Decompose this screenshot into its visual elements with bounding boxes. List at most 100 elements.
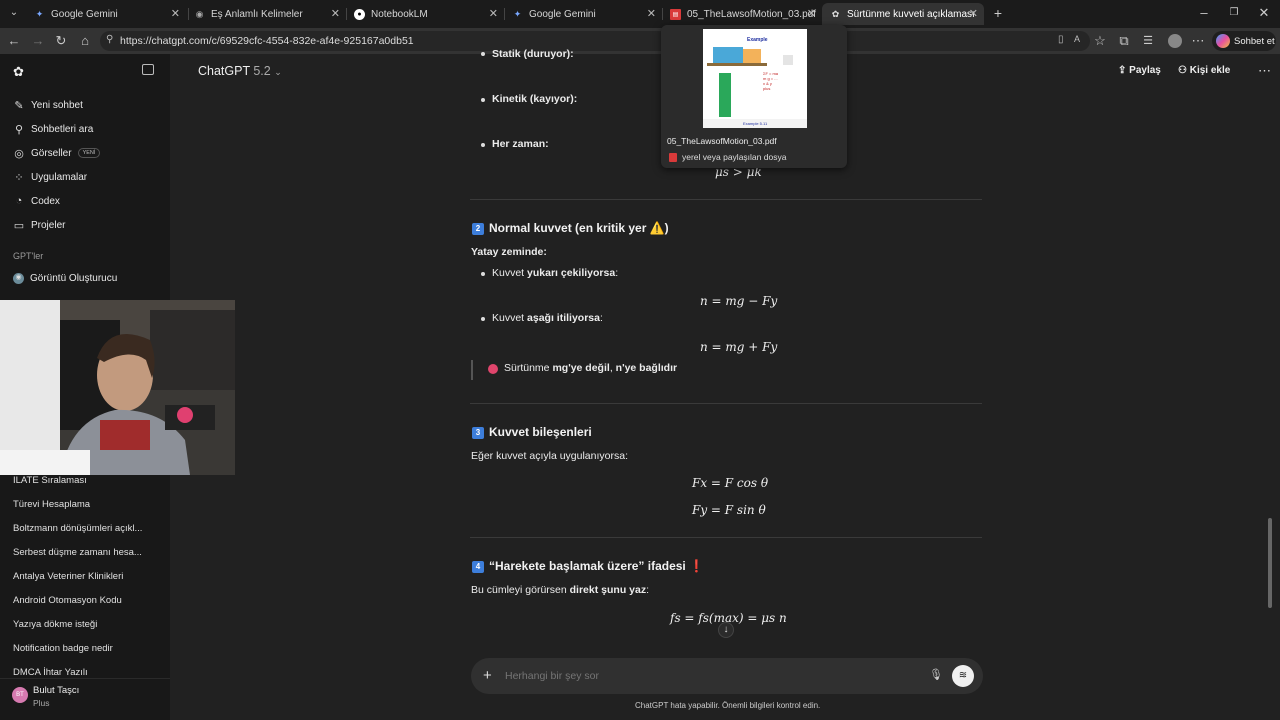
number-badge: 4: [472, 560, 484, 573]
maximize-icon[interactable]: ❐: [1226, 5, 1242, 21]
tab-pdf[interactable]: ▤ 05_TheLawsofMotion_03.pdf ✕: [662, 3, 822, 25]
close-icon[interactable]: ✕: [489, 7, 498, 20]
gemini-icon: ✦: [513, 8, 522, 19]
close-icon[interactable]: ✕: [331, 7, 340, 20]
sidebar-item-search[interactable]: ⚲ Sohbetleri ara: [13, 122, 93, 136]
share-button[interactable]: ⇪ Paylaş: [1118, 65, 1161, 76]
plus-icon[interactable]: +: [483, 667, 492, 684]
close-icon[interactable]: ✕: [647, 7, 656, 20]
user-account[interactable]: BT Bulut Taşcı Plus: [0, 678, 170, 720]
flat-ground-label: Yatay zeminde:: [471, 246, 547, 258]
red-dot-icon: [488, 364, 498, 374]
home-icon[interactable]: ⌂: [77, 33, 93, 49]
user-name: Bulut Taşcı: [33, 685, 80, 696]
history-item[interactable]: Serbest düşme zamanı hesa...: [13, 547, 142, 558]
formula-n-down: n = mg + Fy: [700, 340, 778, 354]
gpt-avatar-icon: ◉: [13, 272, 24, 284]
tab-notebooklm[interactable]: ● NotebookLM ✕: [346, 3, 504, 25]
address-bar[interactable]: ⚲ https://chatgpt.com/c/69529cfc-4554-83…: [100, 31, 1090, 51]
read-aloud-icon[interactable]: A: [1074, 34, 1080, 44]
close-icon[interactable]: ✕: [969, 7, 978, 20]
kinetic-label: Kinetik (kayıyor):: [492, 93, 578, 105]
tab-title: Google Gemini: [529, 8, 596, 20]
close-icon[interactable]: ✕: [807, 7, 816, 20]
sidebar-toggle-icon[interactable]: [142, 64, 154, 75]
history-item[interactable]: DMCA İhtar Yazılı: [13, 667, 88, 675]
sidebar-item-projects[interactable]: ▭ Projeler: [13, 218, 66, 232]
add-person-label: Kişi ekle: [1189, 65, 1231, 76]
site-info-icon[interactable]: ⚲: [106, 34, 113, 45]
chatgpt-icon: ✿: [831, 8, 840, 19]
gemini-icon: ✦: [35, 8, 44, 19]
sidebar-item-apps[interactable]: ⁘ Uygulamalar: [13, 170, 87, 184]
site-icon: ◉: [195, 8, 204, 19]
sidebar-item-label: Yeni sohbet: [31, 99, 83, 111]
disclaimer: ChatGPT hata yapabilir. Önemli bilgileri…: [635, 701, 821, 710]
image-icon: ◎: [14, 147, 24, 160]
minimize-icon[interactable]: –: [1196, 5, 1212, 21]
thumb-caption: Example 5.11: [743, 121, 768, 126]
chatgpt-logo-icon[interactable]: ✿: [13, 64, 24, 80]
more-menu-icon[interactable]: ⋯: [1190, 33, 1206, 49]
tab-surtunme[interactable]: ✿ Sürtünme kuvveti açıklaması ✕: [822, 3, 984, 25]
history-item[interactable]: Antalya Veteriner Klinikleri: [13, 571, 123, 582]
history-item[interactable]: Android Otomasyon Kodu: [13, 595, 122, 606]
tab-google-gemini-2[interactable]: ✦ Google Gemini ✕: [504, 3, 662, 25]
edit-icon: ✎: [14, 99, 24, 112]
note-quote-bar: [471, 360, 473, 380]
reader-icon[interactable]: ▯: [1058, 34, 1064, 45]
voice-mode-button[interactable]: ≋: [952, 665, 974, 687]
number-badge: 3: [472, 426, 484, 439]
section-title: Kuvvet bileşenleri: [489, 425, 592, 439]
history-item[interactable]: Yazıya dökme isteği: [13, 619, 97, 630]
sidebar-item-new-chat[interactable]: ✎ Yeni sohbet: [13, 98, 83, 112]
more-options-icon[interactable]: ⋯: [1258, 63, 1271, 79]
model-selector[interactable]: ChatGPT 5.2 ⌄: [198, 64, 282, 78]
webcam-image: [0, 300, 235, 475]
formula-fx: Fx = F cos θ: [692, 476, 769, 490]
sidebar-gpt-image-generator[interactable]: ◉ Görüntü Oluşturucu: [13, 271, 117, 285]
static-label: Statik (duruyor):: [492, 48, 574, 60]
scroll-down-button[interactable]: ↓: [718, 622, 734, 638]
pdf-thumbnail: Example ΣF = ma m g = ... x & y plus Exampl…: [703, 29, 807, 128]
reload-icon[interactable]: ↻: [53, 33, 69, 49]
avatar: BT: [12, 687, 28, 703]
sidebar-item-codex[interactable]: ◔ Codex: [13, 194, 60, 208]
window-close-icon[interactable]: ✕: [1256, 5, 1272, 21]
close-icon[interactable]: ✕: [171, 7, 180, 20]
pdf-icon: ▤: [670, 8, 681, 20]
tab-title: Eş Anlamlı Kelimeler: [211, 8, 303, 20]
microphone-icon[interactable]: 🎙: [929, 668, 943, 681]
scrollbar[interactable]: [1268, 518, 1272, 608]
message-input[interactable]: [505, 667, 905, 685]
favorite-star-icon[interactable]: ☆: [1092, 33, 1108, 49]
force-down-line: Kuvvet aşağı itiliyorsa:: [492, 312, 603, 324]
always-label: Her zaman:: [492, 138, 549, 150]
history-item[interactable]: Notification badge nedir: [13, 643, 113, 654]
tab-google-gemini-1[interactable]: ✦ Google Gemini ✕: [26, 3, 186, 25]
history-item[interactable]: Boltzmann dönüşümleri açıkl...: [13, 523, 142, 534]
copilot-button[interactable]: Sohbet et: [1212, 31, 1276, 51]
formula-fy: Fy = F sin θ: [692, 503, 766, 517]
gpts-header: GPT'ler: [13, 251, 44, 261]
profile-avatar-icon[interactable]: [1168, 34, 1182, 48]
sidebar-item-images[interactable]: ◎ Görseller YENİ: [13, 146, 101, 160]
add-person-button[interactable]: ⚇ Kişi ekle: [1178, 65, 1230, 76]
angle-text: Eğer kuvvet açıyla uygulanıyorsa:: [471, 450, 628, 462]
new-tab-plus-icon[interactable]: +: [990, 5, 1006, 21]
favorites-list-icon[interactable]: ☰: [1140, 33, 1156, 49]
sentence-line: Bu cümleyi görürsen direkt şunu yaz:: [471, 584, 650, 596]
model-name: ChatGPT: [198, 64, 250, 78]
browser-toolbar: ← → ↻ ⌂ ⚲ https://chatgpt.com/c/69529cfc…: [0, 28, 1280, 54]
tab-list-chevron-icon[interactable]: ⌄: [6, 5, 22, 21]
back-arrow-icon[interactable]: ←: [6, 33, 22, 49]
forward-arrow-icon[interactable]: →: [30, 33, 46, 49]
history-item[interactable]: ILATE Sıralaması: [13, 475, 87, 486]
tab-es-anlamli-kelimeler[interactable]: ◉ Eş Anlamlı Kelimeler ✕: [186, 3, 346, 25]
preview-filename: 05_TheLawsofMotion_03.pdf: [667, 136, 777, 146]
webcam-overlay: [0, 300, 235, 475]
number-badge: 2: [472, 222, 484, 235]
extensions-icon[interactable]: ⧉: [1116, 33, 1132, 49]
sidebar-item-label: Codex: [31, 195, 60, 207]
history-item[interactable]: Türevi Hesaplama: [13, 499, 90, 510]
